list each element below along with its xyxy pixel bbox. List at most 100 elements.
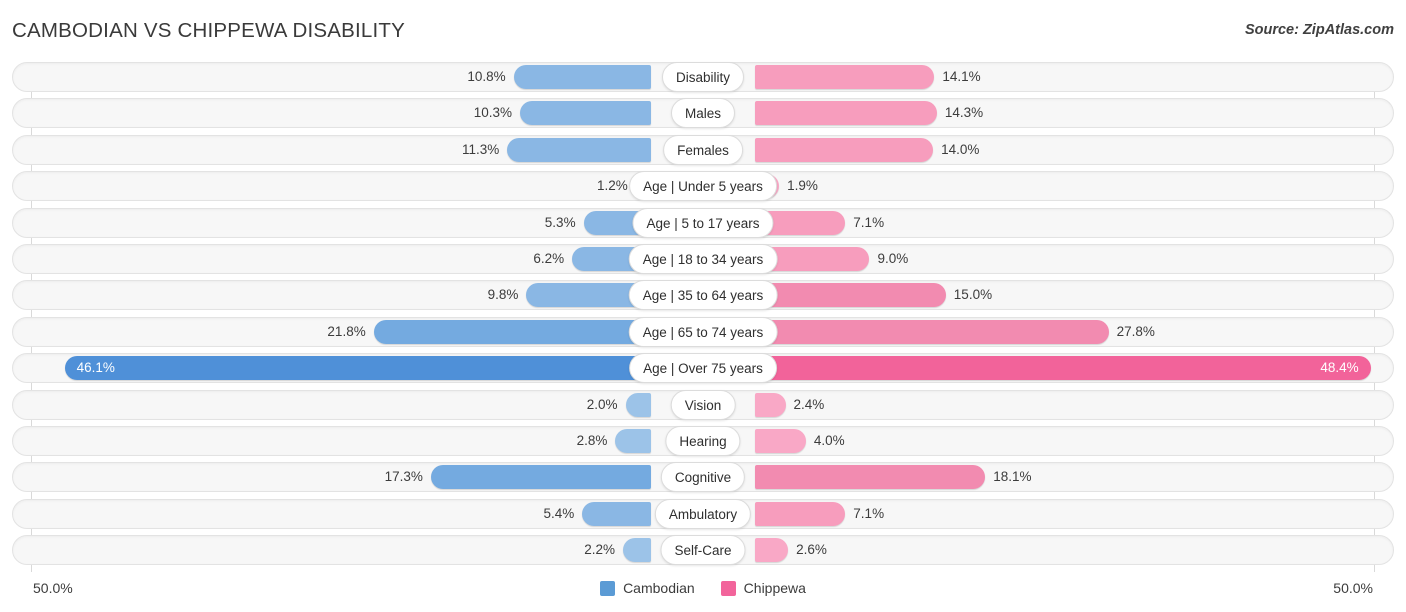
bar-cambodian[interactable] xyxy=(582,501,651,526)
axis-min-label: 50.0% xyxy=(33,580,73,596)
legend-swatch-icon xyxy=(720,580,736,596)
legend-item-label: Cambodian xyxy=(623,580,695,596)
value-label-cambodian: 1.2% xyxy=(596,178,628,194)
value-label-cambodian: 2.2% xyxy=(584,542,616,558)
bar-chippewa[interactable] xyxy=(755,65,935,89)
value-label-cambodian: 5.4% xyxy=(543,505,575,521)
bar-chippewa[interactable] xyxy=(755,392,786,417)
bar-cambodian[interactable] xyxy=(625,392,651,417)
plot-area: 10.8% 14.1% Disability 10.3% 14.3% Males 11.3%… xyxy=(0,62,1406,572)
table-row[interactable]: 11.3% 14.0% Females xyxy=(0,134,1406,165)
table-row[interactable]: 1.2% 1.9% Age | Under 5 years xyxy=(0,171,1406,202)
row-bars: 6.2% 9.0% Age | 18 to 34 years xyxy=(0,243,1406,274)
table-row[interactable]: 2.2% 2.6% Self-Care xyxy=(0,535,1406,566)
category-label[interactable]: Females xyxy=(663,134,743,165)
bar-cambodian[interactable] xyxy=(507,137,651,162)
table-row[interactable]: 21.8% 27.8% Age | 65 to 74 years xyxy=(0,316,1406,347)
value-label-chippewa: 2.6% xyxy=(796,542,827,558)
table-row[interactable]: 2.8% 4.0% Hearing xyxy=(0,425,1406,456)
value-label-chippewa: 4.0% xyxy=(813,432,845,448)
category-label[interactable]: Age | 35 to 64 years xyxy=(628,280,778,311)
value-label-chippewa: 27.8% xyxy=(1116,323,1155,339)
bar-chippewa[interactable] xyxy=(755,319,1109,344)
value-label-chippewa: 14.1% xyxy=(942,69,981,84)
value-label-cambodian: 10.3% xyxy=(473,105,512,121)
value-label-chippewa: 9.0% xyxy=(877,250,909,266)
source-attribution: Source: ZipAtlas.com xyxy=(1244,22,1394,38)
table-row[interactable]: 46.1% 48.4% Age | Over 75 years xyxy=(0,353,1406,384)
bar-rows: 10.8% 14.1% Disability 10.3% 14.3% Males 11.3%… xyxy=(0,62,1406,571)
category-label[interactable]: Males xyxy=(670,98,736,129)
value-label-chippewa: 14.3% xyxy=(944,105,984,121)
row-bars: 2.0% 2.4% Vision xyxy=(0,389,1406,420)
category-label[interactable]: Vision xyxy=(670,389,736,420)
table-row[interactable]: 5.4% 7.1% Ambulatory xyxy=(0,498,1406,529)
bar-cambodian[interactable] xyxy=(615,428,651,453)
row-bars: 17.3% 18.1% Cognitive xyxy=(0,462,1406,493)
page-title: CAMBODIAN VS CHIPPEWA DISABILITY xyxy=(12,19,405,42)
row-bars: 2.2% 2.6% Self-Care xyxy=(0,535,1406,566)
row-bars: 46.1% 48.4% Age | Over 75 years xyxy=(0,353,1406,384)
legend-item[interactable]: Cambodian xyxy=(600,580,695,596)
bar-chippewa[interactable] xyxy=(755,101,937,126)
table-row[interactable]: 5.3% 7.1% Age | 5 to 17 years xyxy=(0,207,1406,238)
row-bars: 10.8% 14.1% Disability xyxy=(0,62,1406,92)
row-bars: 10.3% 14.3% Males xyxy=(0,98,1406,129)
bar-chippewa[interactable] xyxy=(755,137,934,162)
legend: Cambodian Chippewa xyxy=(0,580,1406,596)
bar-cambodian[interactable] xyxy=(513,65,651,89)
bar-cambodian[interactable] xyxy=(623,538,651,563)
category-label[interactable]: Ambulatory xyxy=(654,498,752,529)
table-row[interactable]: 9.8% 15.0% Age | 35 to 64 years xyxy=(0,280,1406,311)
bar-chippewa[interactable] xyxy=(755,501,846,526)
bar-chippewa[interactable] xyxy=(755,538,789,563)
value-label-cambodian: 10.8% xyxy=(467,69,506,84)
value-label-cambodian: 46.1% xyxy=(76,360,115,376)
bar-cambodian[interactable] xyxy=(373,319,651,344)
row-bars: 2.8% 4.0% Hearing xyxy=(0,425,1406,456)
bar-chippewa[interactable] xyxy=(755,283,946,308)
value-label-cambodian: 6.2% xyxy=(533,250,565,266)
legend-swatch-icon xyxy=(600,580,616,596)
chart-root: CAMBODIAN VS CHIPPEWA DISABILITY Source:… xyxy=(0,0,1406,612)
row-bars: 11.3% 14.0% Females xyxy=(0,134,1406,165)
value-label-chippewa: 7.1% xyxy=(853,214,885,230)
category-label[interactable]: Age | Over 75 years xyxy=(629,353,777,384)
category-label[interactable]: Disability xyxy=(661,62,745,92)
value-label-chippewa: 1.9% xyxy=(787,178,818,194)
table-row[interactable]: 10.3% 14.3% Males xyxy=(0,98,1406,129)
category-label[interactable]: Age | 65 to 74 years xyxy=(628,316,778,347)
category-label[interactable]: Age | 5 to 17 years xyxy=(632,207,774,238)
legend-item-label: Chippewa xyxy=(743,580,806,596)
value-label-cambodian: 11.3% xyxy=(461,141,500,157)
table-row[interactable]: 10.8% 14.1% Disability xyxy=(0,62,1406,92)
table-row[interactable]: 2.0% 2.4% Vision xyxy=(0,389,1406,420)
row-bars: 1.2% 1.9% Age | Under 5 years xyxy=(0,171,1406,202)
table-row[interactable]: 17.3% 18.1% Cognitive xyxy=(0,462,1406,493)
axis-max-label: 50.0% xyxy=(1333,580,1373,596)
row-bars: 5.3% 7.1% Age | 5 to 17 years xyxy=(0,207,1406,238)
value-label-chippewa: 7.1% xyxy=(853,505,885,521)
value-label-cambodian: 2.0% xyxy=(586,396,618,412)
category-label[interactable]: Self-Care xyxy=(660,535,746,566)
bar-cambodian[interactable] xyxy=(519,101,651,126)
row-bars: 9.8% 15.0% Age | 35 to 64 years xyxy=(0,280,1406,311)
value-label-chippewa: 48.4% xyxy=(1320,360,1359,376)
value-label-chippewa: 18.1% xyxy=(993,469,1032,485)
value-label-cambodian: 5.3% xyxy=(544,214,576,230)
chart-footer: 50.0% 50.0% Cambodian Chippewa xyxy=(0,572,1406,612)
value-label-cambodian: 2.8% xyxy=(576,432,608,448)
value-label-chippewa: 2.4% xyxy=(793,396,825,412)
bar-cambodian[interactable] xyxy=(430,465,651,490)
category-label[interactable]: Age | Under 5 years xyxy=(629,171,777,202)
bar-chippewa[interactable] xyxy=(755,465,986,490)
category-label[interactable]: Cognitive xyxy=(660,462,746,493)
category-label[interactable]: Age | 18 to 34 years xyxy=(628,243,778,274)
value-label-cambodian: 21.8% xyxy=(327,323,366,339)
table-row[interactable]: 6.2% 9.0% Age | 18 to 34 years xyxy=(0,243,1406,274)
category-label[interactable]: Hearing xyxy=(665,425,741,456)
legend-item[interactable]: Chippewa xyxy=(720,580,806,596)
bar-chippewa[interactable] xyxy=(755,428,806,453)
row-bars: 5.4% 7.1% Ambulatory xyxy=(0,498,1406,529)
value-label-cambodian: 17.3% xyxy=(384,469,423,485)
